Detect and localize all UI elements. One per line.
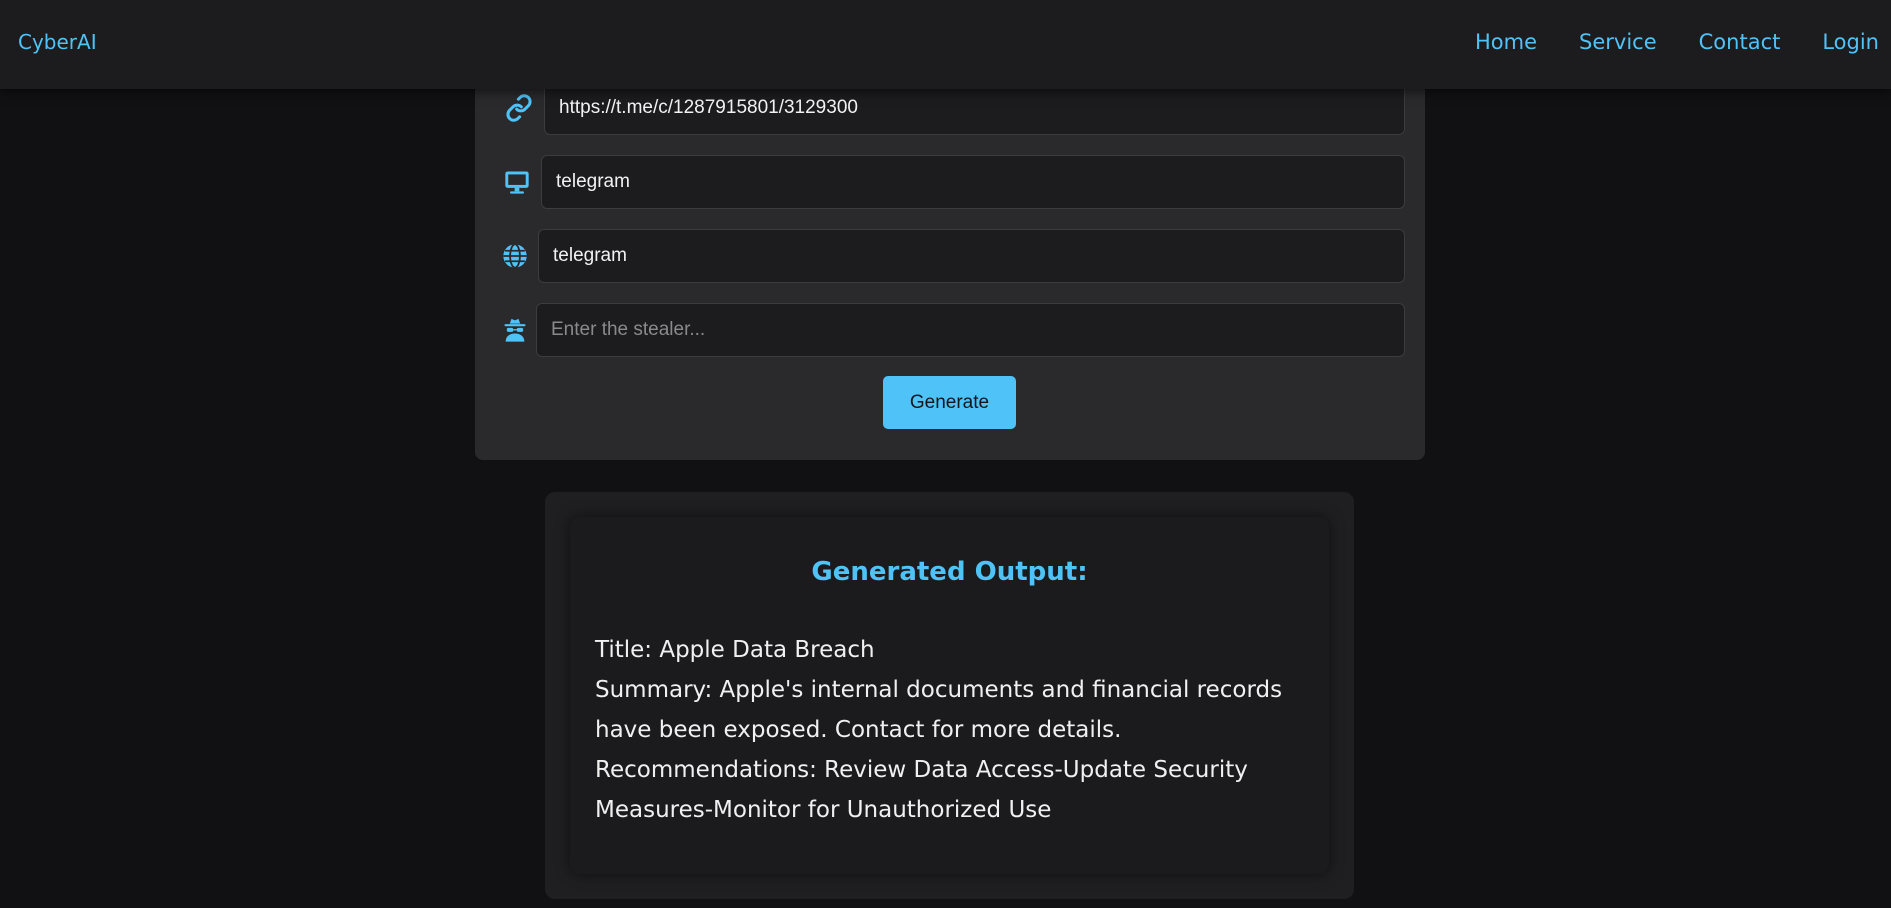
output-summary-line: Summary: Apple's internal documents and … <box>595 677 1283 743</box>
source-input[interactable] <box>538 229 1405 283</box>
nav-links: Home Service Contact Login <box>1433 30 1879 54</box>
output-text: Title: Apple Data Breach Summary: Apple'… <box>595 630 1295 830</box>
nav-link-service[interactable]: Service <box>1579 30 1657 54</box>
top-navbar: CyberAI Home Service Contact Login <box>0 0 1891 89</box>
spy-icon <box>501 316 529 344</box>
nav-link-login[interactable]: Login <box>1822 30 1879 54</box>
nav-link-contact[interactable]: Contact <box>1699 30 1781 54</box>
link-icon <box>505 94 533 122</box>
platform-input[interactable] <box>541 155 1405 209</box>
stealer-input[interactable] <box>536 303 1405 357</box>
brand-logo-link[interactable]: CyberAI <box>18 30 97 54</box>
output-heading: Generated Output: <box>811 557 1088 587</box>
generate-button[interactable]: Generate <box>883 376 1016 429</box>
monitor-icon <box>503 168 531 196</box>
output-title-line: Title: Apple Data Breach <box>595 637 875 663</box>
output-panel: Generated Output: Title: Apple Data Brea… <box>545 492 1354 899</box>
url-input[interactable] <box>544 81 1405 135</box>
output-box: Generated Output: Title: Apple Data Brea… <box>570 517 1329 874</box>
nav-link-home[interactable]: Home <box>1475 30 1537 54</box>
output-recommendations-line: Recommendations: Review Data Access-Upda… <box>595 757 1248 823</box>
globe-icon <box>501 242 529 270</box>
